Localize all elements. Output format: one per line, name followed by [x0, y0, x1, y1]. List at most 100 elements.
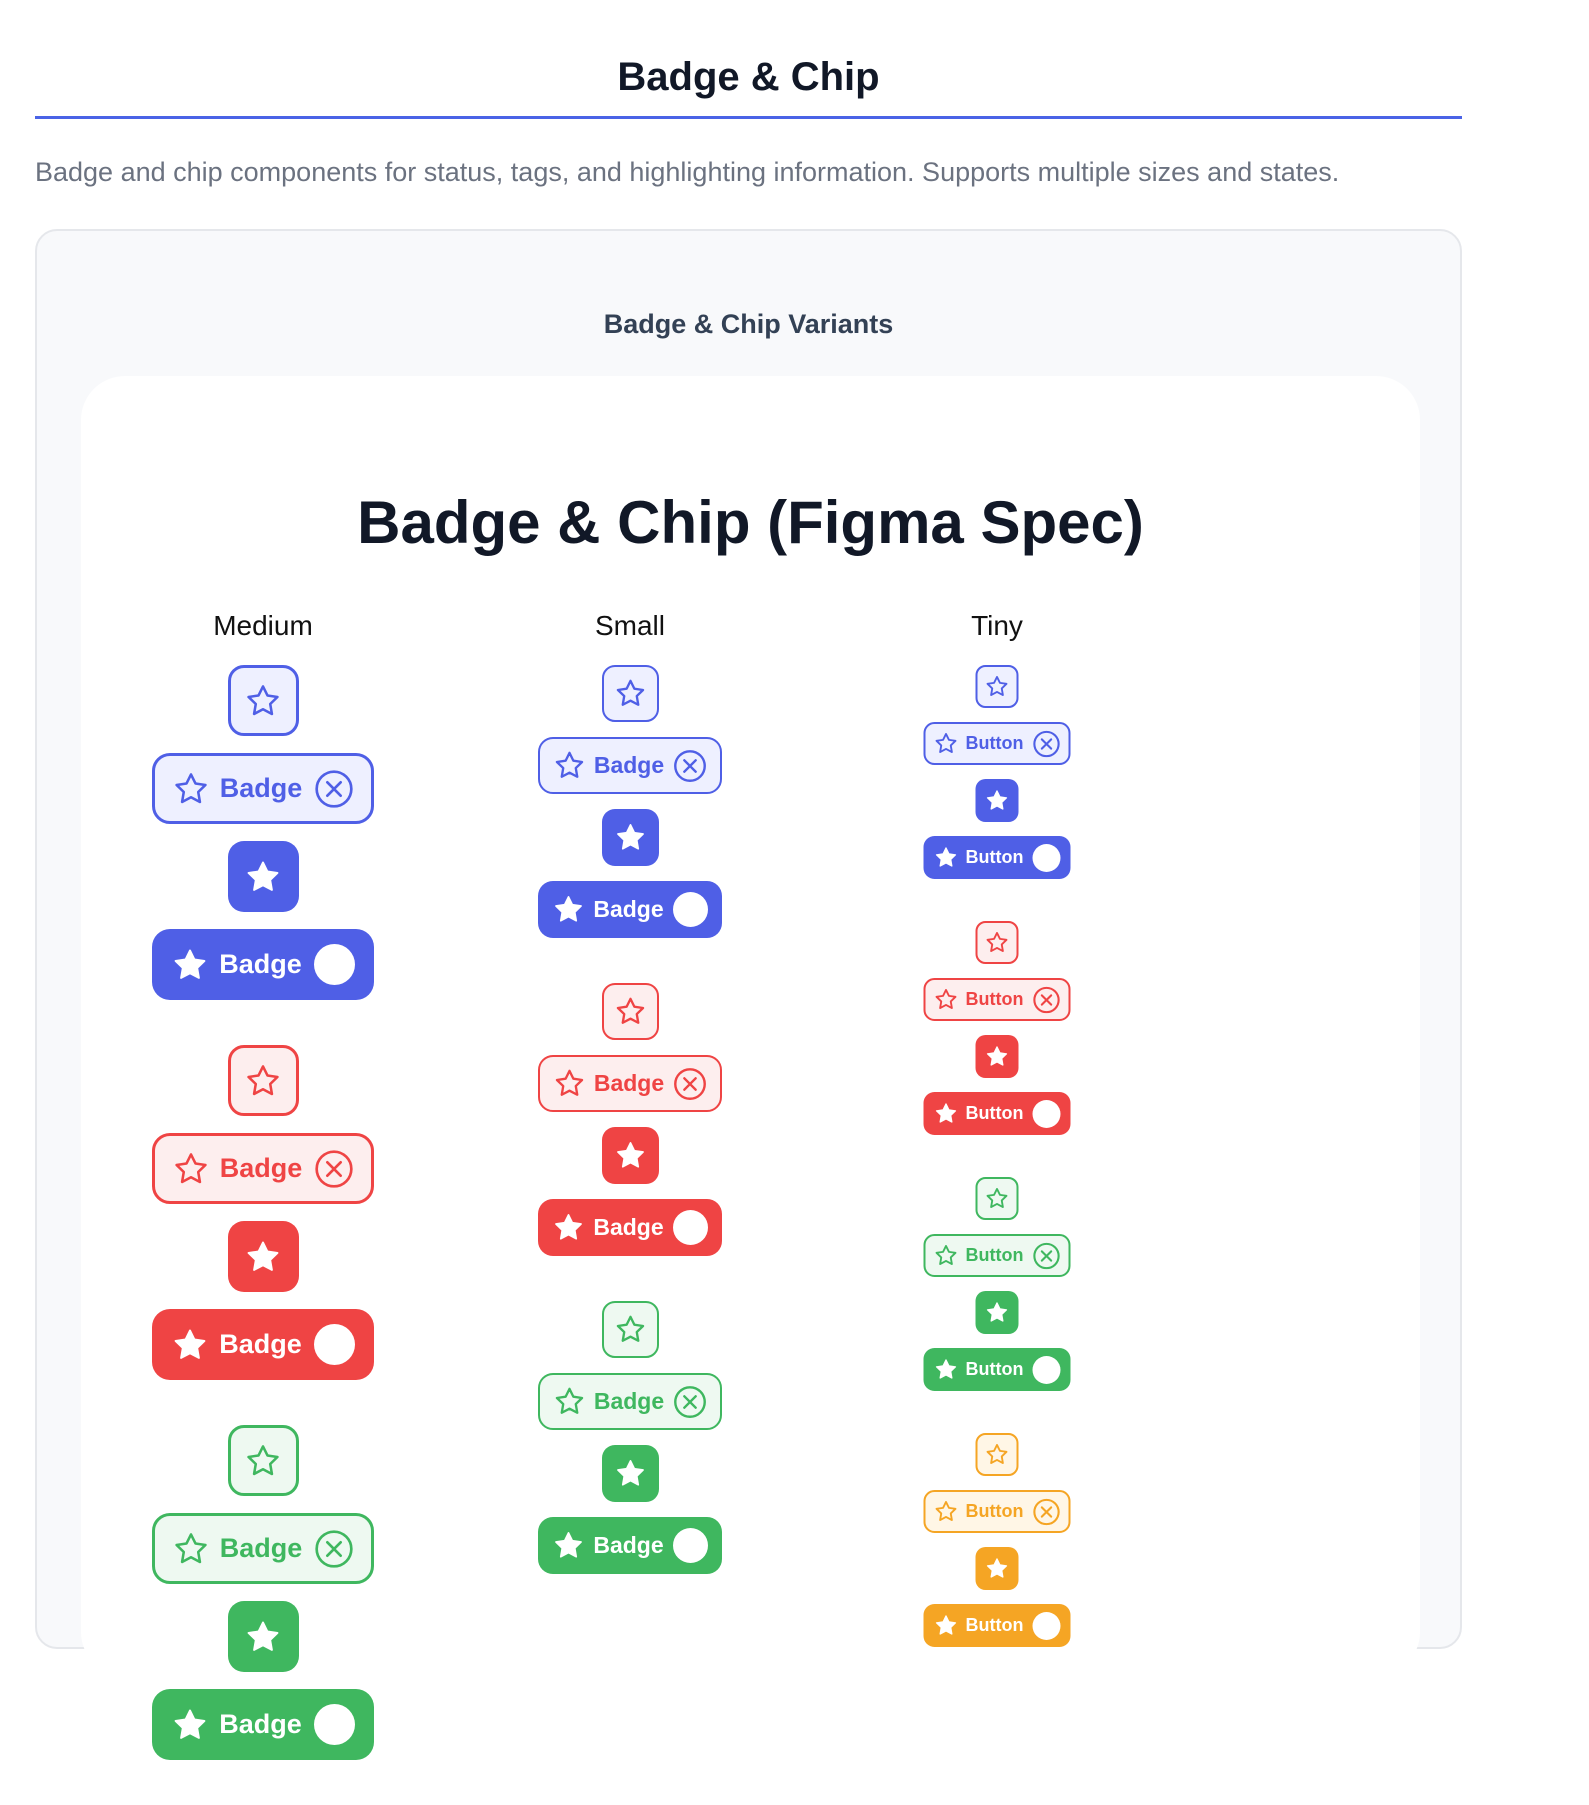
badge-group-blue: Button Button — [923, 665, 1071, 879]
icon-chip-solid[interactable] — [601, 1445, 659, 1502]
star-icon — [935, 1103, 957, 1123]
badge-label: Badge — [593, 1388, 665, 1414]
close-circle-icon[interactable] — [314, 1529, 354, 1569]
icon-chip-solid[interactable] — [227, 841, 299, 912]
icon-chip-outline[interactable] — [975, 921, 1019, 964]
badge-chip-solid[interactable]: Button — [923, 1604, 1071, 1647]
badge-chip-outline[interactable]: Badge — [538, 1055, 722, 1112]
icon-chip-outline[interactable] — [975, 1177, 1019, 1220]
column-header: Small — [594, 610, 665, 641]
badge-chip-outline[interactable]: Badge — [152, 1133, 374, 1204]
star-icon — [174, 1328, 206, 1359]
badge-group-red: Badge Badge — [152, 1045, 374, 1380]
icon-chip-solid[interactable] — [975, 779, 1019, 822]
close-circle-icon[interactable] — [673, 1385, 707, 1419]
close-circle-icon[interactable] — [1033, 1242, 1061, 1270]
icon-chip-solid[interactable] — [975, 1035, 1019, 1078]
star-icon — [247, 684, 279, 715]
star-icon — [247, 860, 279, 891]
star-icon — [175, 1152, 207, 1183]
icon-chip-solid[interactable] — [227, 1601, 299, 1672]
star-icon — [616, 1315, 644, 1342]
badge-chip-solid[interactable]: Button — [923, 836, 1071, 879]
badge-group-red: Badge Badge — [538, 983, 722, 1256]
badge-chip-solid[interactable]: Badge — [152, 929, 374, 1000]
icon-chip-solid[interactable] — [601, 1127, 659, 1184]
close-circle-icon[interactable] — [314, 769, 354, 809]
icon-chip-outline[interactable] — [975, 1433, 1019, 1476]
icon-chip-solid[interactable] — [975, 1291, 1019, 1334]
page-title: Badge & Chip — [617, 55, 880, 99]
badge-chip-solid[interactable]: Button — [923, 1348, 1071, 1391]
badge-label: Badge — [219, 1709, 302, 1739]
column-medium: Medium Badge Badge Badge Badge Badge Badge — [152, 609, 374, 1805]
badge-chip-outline[interactable]: Button — [923, 1234, 1071, 1277]
badge-chip-solid[interactable]: Badge — [538, 1517, 722, 1574]
close-circle-icon[interactable] — [1033, 986, 1061, 1014]
star-icon — [935, 988, 957, 1009]
icon-chip-outline[interactable] — [601, 1301, 659, 1358]
badge-chip-solid[interactable]: Badge — [152, 1309, 374, 1380]
badge-chip-outline[interactable]: Button — [923, 722, 1071, 765]
star-icon — [616, 679, 644, 706]
icon-chip-solid[interactable] — [601, 809, 659, 866]
toggle-dot[interactable] — [313, 944, 355, 985]
close-circle-icon[interactable] — [314, 1149, 354, 1189]
badge-label: Button — [965, 1245, 1024, 1265]
title-underline — [35, 116, 1462, 119]
toggle-dot[interactable] — [313, 1704, 355, 1745]
spec-title: Badge & Chip (Figma Spec) — [357, 489, 1144, 556]
toggle-dot[interactable] — [1032, 1099, 1061, 1128]
icon-chip-solid[interactable] — [975, 1547, 1019, 1590]
icon-chip-outline[interactable] — [601, 983, 659, 1040]
star-icon — [935, 1359, 957, 1379]
badge-chip-outline[interactable]: Button — [923, 1490, 1071, 1533]
badge-label: Badge — [593, 1070, 665, 1096]
toggle-dot[interactable] — [672, 1528, 708, 1563]
badge-chip-solid[interactable]: Badge — [538, 881, 722, 938]
star-icon — [935, 732, 957, 753]
close-circle-icon[interactable] — [673, 1067, 707, 1101]
badge-label: Badge — [593, 752, 665, 778]
badge-label: Button — [965, 989, 1024, 1009]
badge-chip-outline[interactable]: Button — [923, 978, 1071, 1021]
icon-chip-outline[interactable] — [601, 665, 659, 722]
badge-chip-outline[interactable]: Badge — [538, 1373, 722, 1430]
toggle-dot[interactable] — [313, 1324, 355, 1365]
star-icon — [247, 1064, 279, 1095]
icon-chip-outline[interactable] — [227, 1425, 299, 1496]
badge-label: Badge — [219, 773, 303, 803]
badge-label: Badge — [219, 1153, 303, 1183]
badge-group-blue: Badge Badge — [538, 665, 722, 938]
toggle-dot[interactable] — [1032, 1611, 1061, 1640]
badge-chip-solid[interactable]: Badge — [152, 1689, 374, 1760]
star-icon — [616, 824, 644, 850]
toggle-dot[interactable] — [1032, 1355, 1061, 1384]
star-icon — [555, 751, 584, 778]
badge-chip-outline[interactable]: Badge — [538, 737, 722, 794]
close-circle-icon[interactable] — [1033, 730, 1061, 758]
star-icon — [174, 948, 206, 979]
icon-chip-outline[interactable] — [975, 665, 1019, 708]
star-icon — [247, 1444, 279, 1475]
badge-label: Badge — [593, 896, 664, 922]
badge-chip-solid[interactable]: Badge — [538, 1199, 722, 1256]
star-icon — [175, 772, 207, 803]
badge-chip-outline[interactable]: Badge — [152, 1513, 374, 1584]
icon-chip-solid[interactable] — [227, 1221, 299, 1292]
star-icon — [986, 1443, 1008, 1464]
star-icon — [175, 1532, 207, 1563]
icon-chip-outline[interactable] — [227, 665, 299, 736]
toggle-dot[interactable] — [672, 1210, 708, 1245]
close-circle-icon[interactable] — [673, 749, 707, 783]
toggle-dot[interactable] — [1032, 843, 1061, 872]
toggle-dot[interactable] — [672, 892, 708, 927]
badge-chip-outline[interactable]: Badge — [152, 753, 374, 824]
badge-chip-solid[interactable]: Button — [923, 1092, 1071, 1135]
star-icon — [555, 1069, 584, 1096]
badge-label: Button — [965, 847, 1024, 867]
star-icon — [616, 997, 644, 1024]
badge-label: Badge — [219, 1329, 302, 1359]
icon-chip-outline[interactable] — [227, 1045, 299, 1116]
close-circle-icon[interactable] — [1033, 1498, 1061, 1526]
